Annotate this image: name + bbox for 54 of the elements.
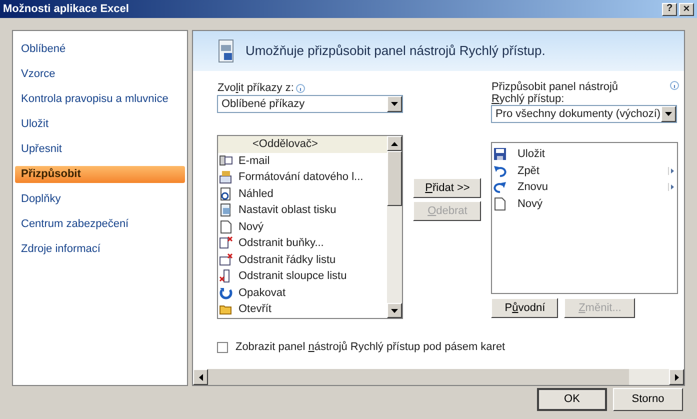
info-icon: [296, 84, 305, 92]
sidebar-item[interactable]: Vzorce: [15, 66, 186, 83]
caret-icon: [391, 102, 398, 106]
list-item[interactable]: E-mail: [218, 152, 388, 169]
arrow-up-icon: [391, 142, 398, 146]
list-item[interactable]: Nový: [218, 218, 388, 235]
toolbar-icon: [217, 39, 236, 63]
field-label: Zvolit příkazy z:: [217, 80, 294, 96]
list-item[interactable]: Formátování datového l...: [218, 169, 388, 186]
sidebar-item[interactable]: Přizpůsobit: [15, 166, 186, 183]
help-button[interactable]: ?: [662, 2, 677, 16]
list-item[interactable]: Odstranit buňky...: [218, 235, 388, 252]
list-item[interactable]: Otevřít: [218, 301, 388, 318]
ok-button[interactable]: OK: [537, 388, 607, 411]
sidebar-item[interactable]: Zdroje informací: [15, 241, 186, 258]
arrow-down-icon: [391, 308, 398, 312]
sidebar-item[interactable]: Uložit: [15, 116, 186, 133]
list-item[interactable]: Zpět: [492, 162, 678, 179]
reset-button[interactable]: Původní: [491, 298, 558, 318]
scrollbar[interactable]: [193, 369, 684, 385]
dropdown[interactable]: Oblíbené příkazy: [217, 95, 404, 113]
sidebar-item[interactable]: Oblíbené: [15, 41, 186, 58]
redo-icon: [493, 180, 508, 194]
add-button[interactable]: Přidat >>: [413, 178, 482, 198]
list-item[interactable]: Uložit: [492, 146, 678, 162]
list-item[interactable]: Odstranit sloupce listu: [218, 268, 388, 284]
list-item[interactable]: Nový: [492, 196, 678, 212]
list-item[interactable]: <Oddělovač>: [218, 136, 388, 152]
header-text: Umožňuje přizpůsobit panel nástrojů Rychlý přístup.: [245, 42, 546, 60]
print-area-icon: [219, 203, 234, 218]
dropdown[interactable]: Pro všechny dokumenty (výchozí): [491, 105, 678, 123]
sidebar-item[interactable]: Upřesnit: [15, 141, 186, 158]
sidebar-item[interactable]: Kontrola pravopisu a mluvnice: [15, 91, 186, 108]
list-item[interactable]: Nastavit oblast tisku: [218, 202, 388, 218]
undo-icon: [493, 164, 508, 178]
sidebar-item[interactable]: Doplňky: [15, 191, 186, 208]
list-item[interactable]: Náhled: [218, 186, 388, 202]
list-item[interactable]: Znovu: [492, 179, 678, 196]
list-item[interactable]: Odstranit řádky listu: [218, 252, 388, 268]
window-title: Možnosti aplikace Excel: [3, 2, 129, 17]
field-label: Přizpůsobit panel nástrojů Rychlý přístup:: [491, 81, 620, 105]
list-item[interactable]: Opakovat: [218, 284, 388, 301]
repeat-icon: [219, 286, 234, 300]
checkbox-label: Zobrazit panel nástrojů Rychlý přístup pod pásem karet: [235, 340, 506, 355]
arrow-left-icon: [198, 374, 203, 380]
caret-icon: [665, 112, 672, 116]
sidebar-item[interactable]: Centrum zabezpečení: [15, 216, 186, 233]
scrollbar[interactable]: [387, 136, 402, 318]
arrow-right-icon: [674, 374, 678, 380]
format-icon: [219, 170, 234, 184]
info-icon: [670, 81, 680, 90]
cancel-button[interactable]: Storno: [613, 388, 683, 411]
close-button[interactable]: ×: [679, 2, 694, 16]
checkbox[interactable]: [217, 342, 228, 353]
